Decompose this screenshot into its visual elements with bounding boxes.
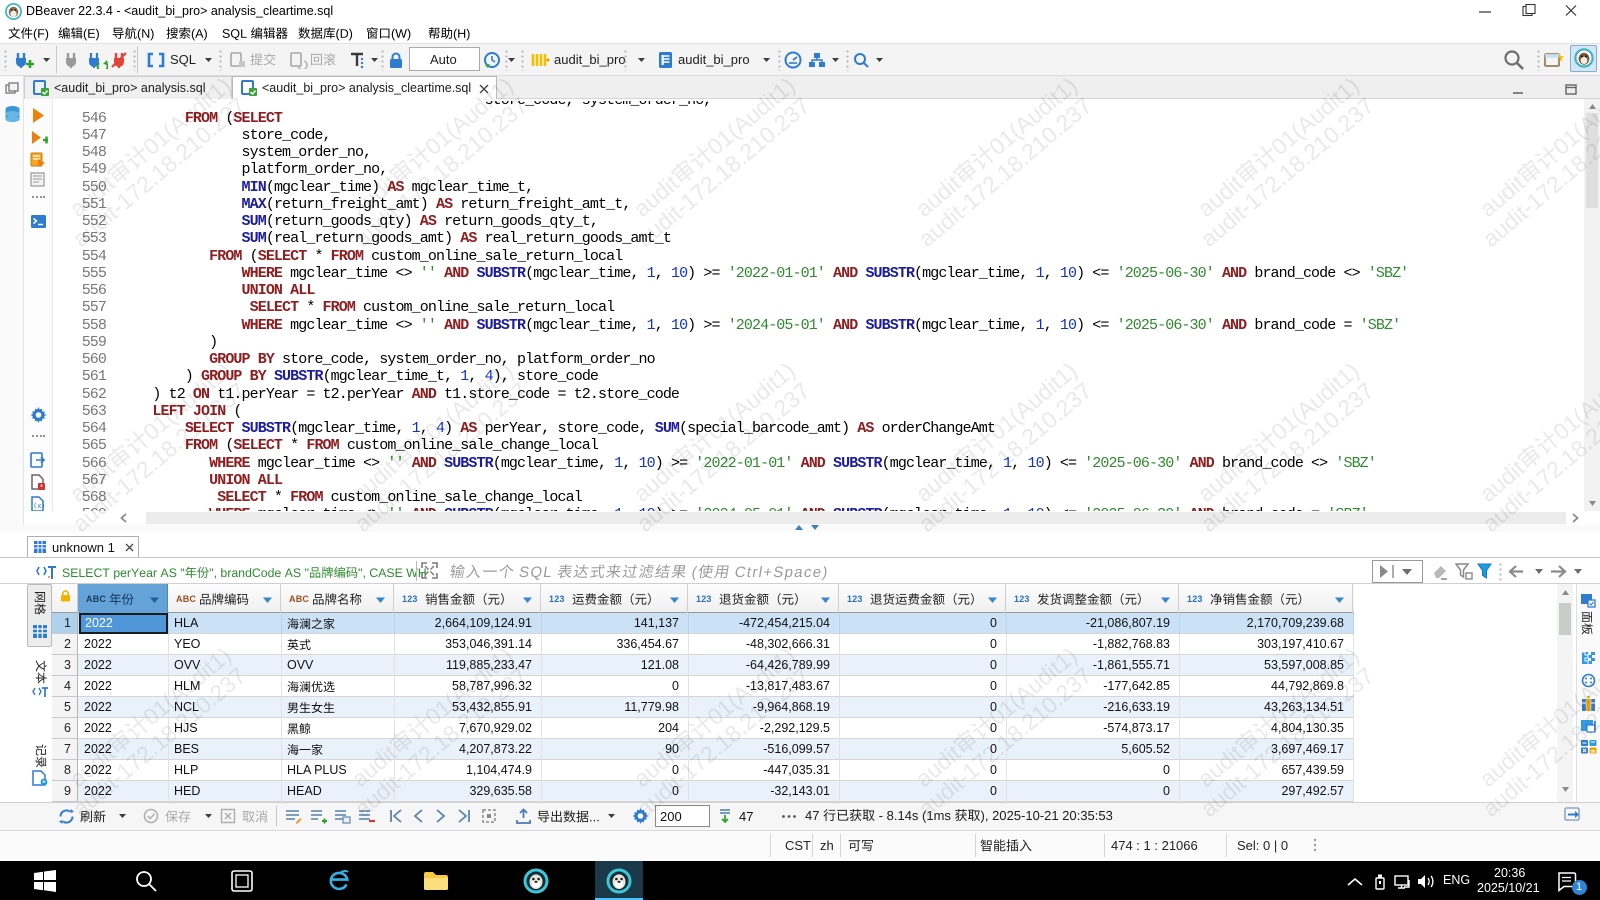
svg-text:(x): (x)	[33, 502, 46, 510]
